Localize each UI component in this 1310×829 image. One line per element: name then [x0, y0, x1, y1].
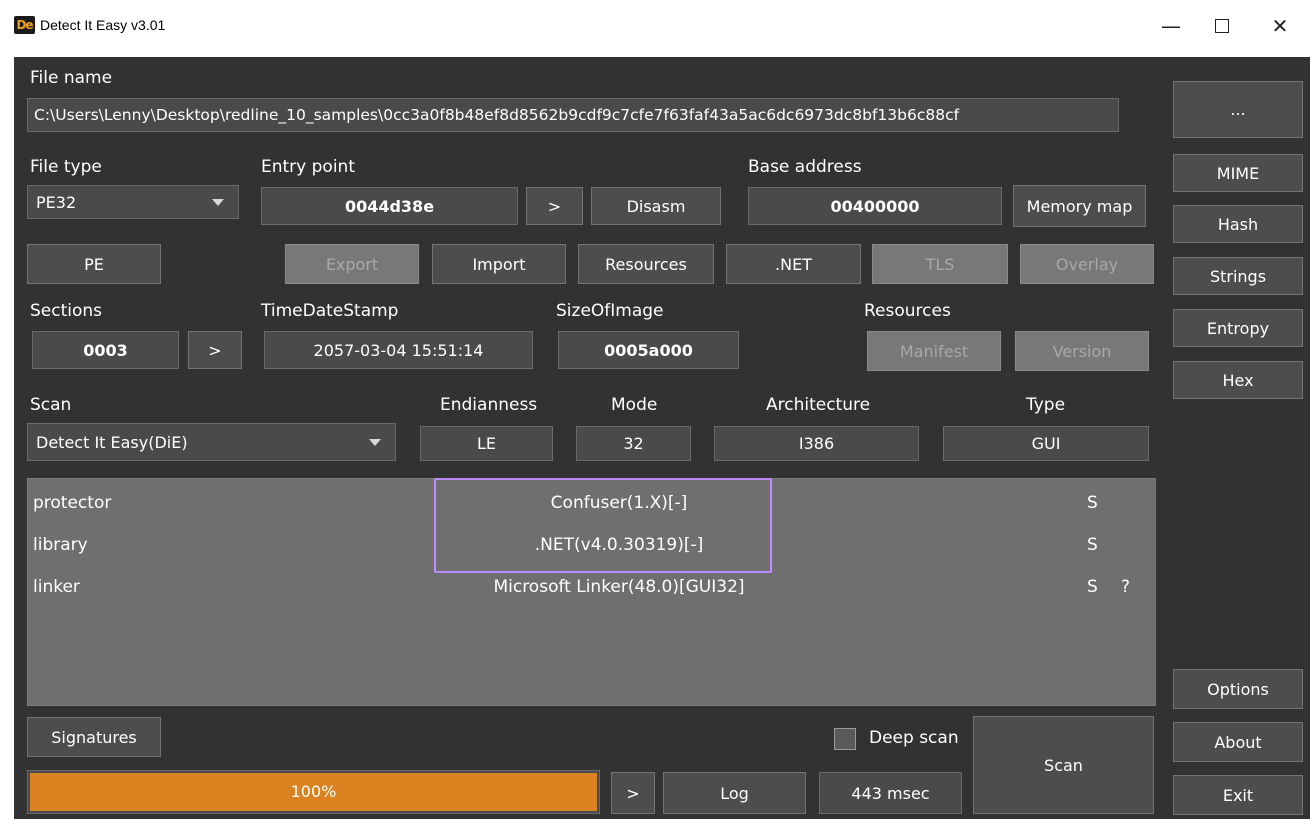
export-button[interactable]: Export: [285, 244, 419, 284]
about-button[interactable]: About: [1173, 722, 1303, 762]
options-button[interactable]: Options: [1173, 669, 1303, 709]
base-address-field[interactable]: 00400000: [748, 187, 1002, 225]
sections-field[interactable]: 0003: [32, 331, 179, 369]
maximize-button[interactable]: [1199, 8, 1245, 44]
result-info-flag[interactable]: ?: [1121, 577, 1130, 597]
file-type-value: PE32: [36, 192, 77, 212]
mode-field[interactable]: 32: [576, 426, 691, 461]
resources-label: Resources: [864, 301, 951, 321]
memory-map-button[interactable]: Memory map: [1013, 185, 1146, 227]
hash-button[interactable]: Hash: [1173, 205, 1303, 243]
architecture-field[interactable]: I386: [714, 426, 919, 461]
file-name-label: File name: [30, 68, 113, 88]
entropy-button[interactable]: Entropy: [1173, 309, 1303, 347]
manifest-button[interactable]: Manifest: [867, 331, 1001, 371]
pe-button[interactable]: PE: [27, 244, 161, 284]
scan-label: Scan: [30, 395, 72, 415]
deep-scan-checkbox[interactable]: [834, 728, 856, 750]
overlay-button[interactable]: Overlay: [1020, 244, 1154, 284]
entry-point-go-button[interactable]: >: [526, 187, 583, 225]
progress-text: 100%: [290, 782, 337, 801]
file-type-select[interactable]: PE32: [27, 185, 239, 219]
scan-button[interactable]: Scan: [973, 716, 1154, 814]
sizeofimage-field[interactable]: 0005a000: [558, 331, 739, 369]
timedatestamp-field[interactable]: 2057-03-04 15:51:14: [264, 331, 533, 369]
scan-time-field: 443 msec: [819, 772, 962, 814]
version-button[interactable]: Version: [1015, 331, 1149, 371]
chevron-down-icon: [369, 439, 381, 446]
architecture-label: Architecture: [766, 395, 871, 415]
result-s-flag[interactable]: S: [1087, 577, 1098, 597]
result-kind: library: [33, 535, 88, 555]
disasm-button[interactable]: Disasm: [591, 187, 721, 225]
file-name-input[interactable]: C:\Users\Lenny\Desktop\redline_10_sample…: [27, 98, 1119, 132]
log-button[interactable]: Log: [663, 772, 806, 814]
strings-button[interactable]: Strings: [1173, 257, 1303, 295]
entry-point-label: Entry point: [261, 157, 355, 177]
highlight-box: [434, 478, 772, 573]
result-kind: linker: [33, 577, 80, 597]
file-type-label: File type: [30, 157, 102, 177]
progress-go-button[interactable]: >: [611, 772, 655, 814]
endianness-field[interactable]: LE: [420, 426, 553, 461]
deep-scan-label[interactable]: Deep scan: [869, 728, 959, 748]
close-button[interactable]: ✕: [1257, 8, 1303, 44]
entry-point-field[interactable]: 0044d38e: [261, 187, 518, 225]
result-kind: protector: [33, 493, 112, 513]
progress-bar: 100%: [27, 770, 600, 814]
sizeofimage-label: SizeOfImage: [556, 301, 664, 321]
window-title: Detect It Easy v3.01: [40, 17, 166, 33]
mime-button[interactable]: MIME: [1173, 154, 1303, 192]
resources-button[interactable]: Resources: [578, 244, 714, 284]
minimize-button[interactable]: —: [1148, 8, 1194, 44]
result-name[interactable]: Microsoft Linker(48.0)[GUI32]: [424, 577, 814, 597]
timedatestamp-label: TimeDateStamp: [261, 301, 399, 321]
base-address-label: Base address: [748, 157, 862, 177]
tls-button[interactable]: TLS: [872, 244, 1008, 284]
browse-button[interactable]: ...: [1173, 81, 1303, 138]
title-bar: De Detect It Easy v3.01 — ✕: [0, 0, 1310, 57]
mode-label: Mode: [611, 395, 658, 415]
chevron-down-icon: [212, 199, 224, 206]
sections-go-button[interactable]: >: [188, 331, 242, 369]
hex-button[interactable]: Hex: [1173, 361, 1303, 399]
result-s-flag[interactable]: S: [1087, 535, 1098, 555]
maximize-icon: [1215, 18, 1229, 33]
sections-label: Sections: [30, 301, 103, 321]
type-field[interactable]: GUI: [943, 426, 1149, 461]
signatures-button[interactable]: Signatures: [27, 717, 161, 757]
scan-engine-value: Detect It Easy(DiE): [36, 432, 188, 452]
scan-engine-select[interactable]: Detect It Easy(DiE): [27, 423, 396, 461]
net-button[interactable]: .NET: [726, 244, 861, 284]
main-panel: File name C:\Users\Lenny\Desktop\redline…: [14, 57, 1310, 819]
exit-button[interactable]: Exit: [1173, 775, 1303, 815]
type-label: Type: [1026, 395, 1066, 415]
app-icon: De: [14, 16, 35, 34]
endianness-label: Endianness: [440, 395, 538, 415]
import-button[interactable]: Import: [432, 244, 566, 284]
result-s-flag[interactable]: S: [1087, 493, 1098, 513]
